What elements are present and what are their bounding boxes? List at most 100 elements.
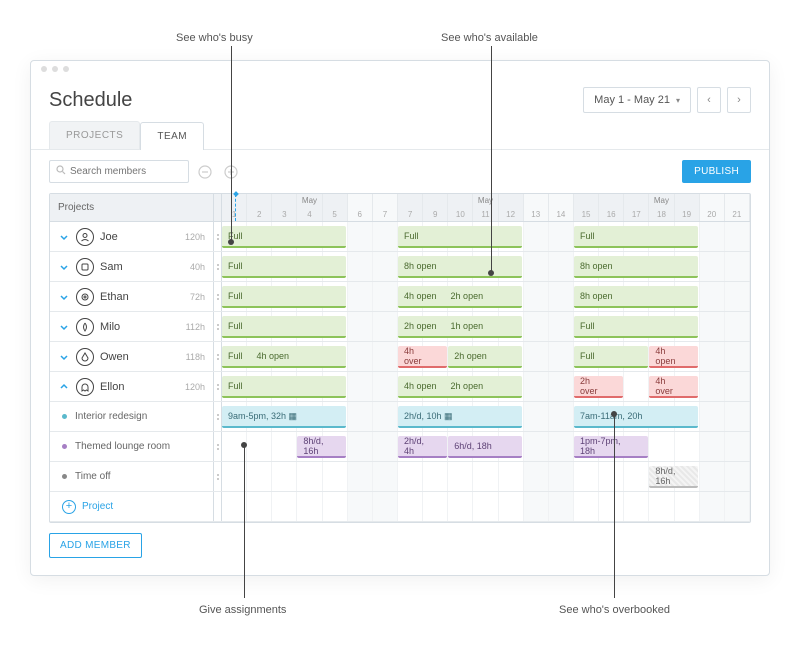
day-header: 17 — [624, 194, 649, 221]
drag-handle[interactable] — [214, 312, 222, 341]
day-header: 6 — [348, 194, 373, 221]
drag-handle[interactable] — [214, 282, 222, 311]
annotation-assignments: Give assignments — [199, 604, 286, 616]
schedule-block[interactable]: 2h/d, 4h — [398, 436, 447, 458]
search-input[interactable] — [70, 166, 202, 177]
schedule-block[interactable]: Full — [398, 226, 522, 248]
drag-handle[interactable] — [214, 252, 222, 281]
app-window: Schedule May 1 - May 21 ▾ ‹ › PROJECTS T… — [30, 60, 770, 576]
toolbar: PUBLISH — [31, 149, 769, 193]
project-row: Time off8h/d, 16h — [50, 462, 750, 492]
schedule-block[interactable]: 4h open2h open — [398, 376, 522, 398]
schedule-block[interactable]: 7am-11am, 20h — [574, 406, 698, 428]
page-title: Schedule — [49, 89, 132, 112]
day-header: 15 — [574, 194, 599, 221]
add-project-row[interactable]: + Project — [50, 492, 750, 522]
day-header: 7 — [398, 194, 423, 221]
project-row: Themed lounge room 8h/d, 16h 2h/d, 4h6h/d,… — [50, 432, 750, 462]
prev-button[interactable]: ‹ — [697, 87, 721, 113]
annotation-available: See who's available — [441, 32, 538, 44]
member-hours: 112h — [186, 322, 205, 332]
tab-team[interactable]: TEAM — [140, 122, 204, 150]
schedule-block[interactable]: Full4h open — [222, 346, 346, 368]
schedule-block[interactable]: 8h/d, 16h — [297, 436, 346, 458]
drag-handle[interactable] — [214, 462, 222, 491]
schedule-block[interactable]: Full — [574, 316, 698, 338]
project-label: Themed lounge room — [75, 441, 170, 452]
chevron-left-icon: ‹ — [707, 94, 711, 106]
drag-handle[interactable] — [214, 402, 222, 431]
member-hours: 120h — [185, 232, 205, 242]
schedule-block[interactable]: Full — [574, 346, 648, 368]
schedule-block[interactable]: 4h open — [649, 346, 698, 368]
schedule-block[interactable]: 4h over — [649, 376, 698, 398]
day-header: 19 — [675, 194, 700, 221]
member-name: Joe — [100, 231, 118, 243]
clear-filter-button[interactable] — [195, 162, 215, 182]
schedule-block[interactable]: Full — [222, 286, 346, 308]
member-name: Ethan — [100, 291, 129, 303]
schedule-block[interactable]: Full — [222, 256, 346, 278]
add-filter-button[interactable] — [221, 162, 241, 182]
schedule-block[interactable]: Full — [574, 226, 698, 248]
date-range-select[interactable]: May 1 - May 21 ▾ — [583, 87, 691, 113]
schedule-block[interactable]: 4h over — [398, 346, 447, 368]
drag-handle[interactable] — [214, 342, 222, 371]
schedule-block[interactable]: 4h open2h open — [398, 286, 522, 308]
day-header: 3 — [272, 194, 297, 221]
day-header: 11May — [473, 194, 498, 221]
day-header: 7 — [373, 194, 398, 221]
search-box[interactable] — [49, 160, 189, 183]
avatar — [76, 318, 94, 336]
member-name: Milo — [100, 321, 120, 333]
publish-button[interactable]: PUBLISH — [682, 160, 751, 183]
schedule-block[interactable]: 1pm-7pm, 18h — [574, 436, 648, 458]
schedule-block[interactable]: Full — [222, 316, 346, 338]
avatar — [76, 228, 94, 246]
member-row: Milo 112h Full 2h open1h open Full — [50, 312, 750, 342]
schedule-block[interactable]: 8h open — [574, 256, 698, 278]
day-header: 9 — [423, 194, 448, 221]
schedule-block[interactable]: Full — [222, 376, 346, 398]
chevron-down-icon: ▾ — [676, 96, 680, 105]
add-member-button[interactable]: ADD MEMBER — [49, 533, 142, 558]
chevron-up-icon[interactable] — [58, 381, 70, 393]
schedule-block[interactable]: 8h/d, 16h — [649, 466, 698, 488]
member-row: Owen118hFull4h open4h over2h openFull4h … — [50, 342, 750, 372]
schedule-block[interactable]: 8h open — [398, 256, 522, 278]
member-name: Ellon — [100, 381, 124, 393]
chevron-down-icon[interactable] — [58, 291, 70, 303]
schedule-block[interactable]: 2h over — [574, 376, 623, 398]
member-name: Sam — [100, 261, 123, 273]
drag-handle[interactable] — [214, 372, 222, 401]
day-header: 2 — [247, 194, 272, 221]
project-row: Interior redesign9am-5pm, 32h ▦2h/d, 10h… — [50, 402, 750, 432]
tab-projects[interactable]: PROJECTS — [49, 121, 140, 149]
day-header: 20 — [700, 194, 725, 221]
chevron-right-icon: › — [737, 94, 741, 106]
annotation-busy: See who's busy — [176, 32, 253, 44]
drag-handle[interactable] — [214, 432, 222, 461]
member-hours: 120h — [185, 382, 205, 392]
next-button[interactable]: › — [727, 87, 751, 113]
chevron-down-icon[interactable] — [58, 351, 70, 363]
schedule-block[interactable]: 2h open1h open — [398, 316, 522, 338]
schedule-block[interactable]: 8h open — [574, 286, 698, 308]
chevron-down-icon[interactable] — [58, 321, 70, 333]
day-header: 21 — [725, 194, 750, 221]
avatar — [76, 288, 94, 306]
chevron-down-icon[interactable] — [58, 261, 70, 273]
grid-header: Projects 1234May567791011May121314151617… — [50, 194, 750, 222]
member-row: Joe 120h Full Full Full — [50, 222, 750, 252]
search-icon — [56, 165, 66, 178]
schedule-block[interactable]: 6h/d, 18h — [448, 436, 522, 458]
member-row: Sam40hFull8h open8h open — [50, 252, 750, 282]
schedule-block[interactable]: 9am-5pm, 32h ▦ — [222, 406, 346, 428]
schedule-block[interactable]: Full — [222, 226, 346, 248]
member-hours: 72h — [190, 292, 205, 302]
grid-header-left: Projects — [50, 194, 214, 221]
drag-handle[interactable] — [214, 222, 222, 251]
chevron-down-icon[interactable] — [58, 231, 70, 243]
schedule-block[interactable]: 2h open — [448, 346, 522, 368]
schedule-block[interactable]: 2h/d, 10h ▦ — [398, 406, 522, 428]
